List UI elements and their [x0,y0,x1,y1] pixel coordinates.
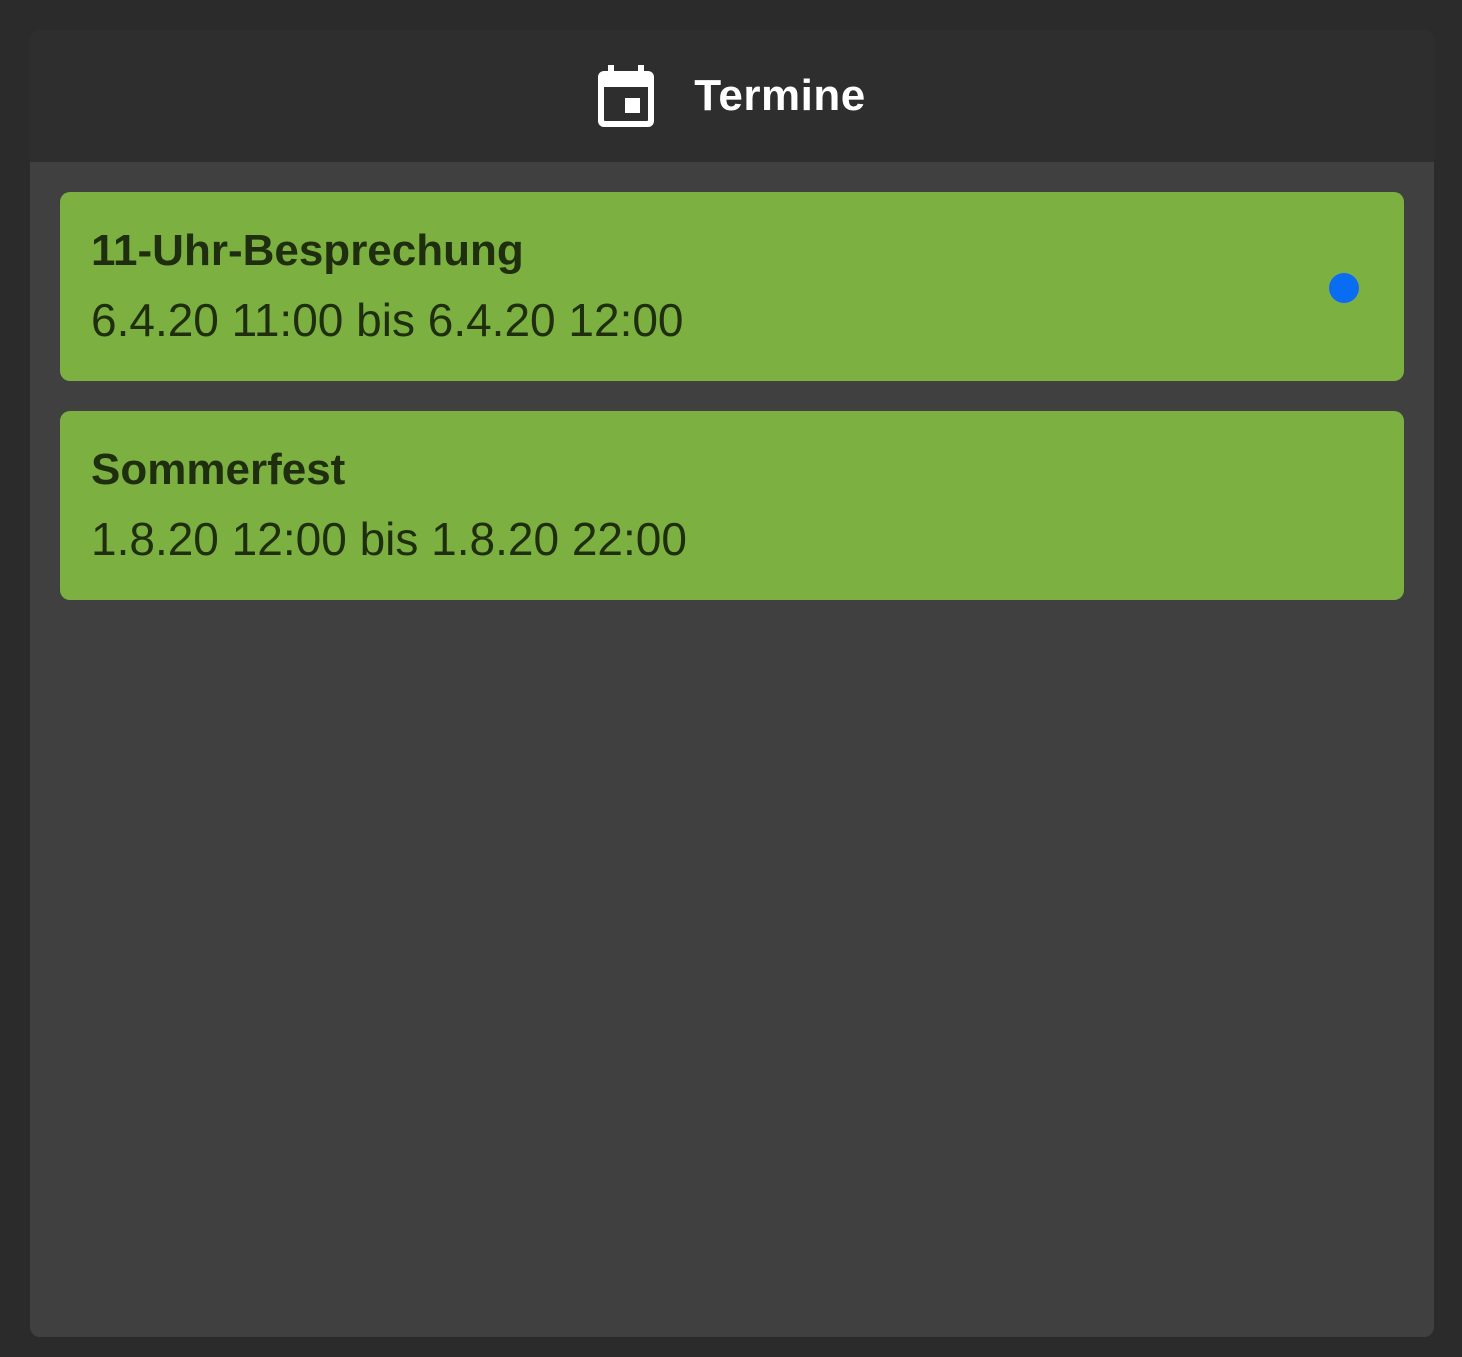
event-list: 11-Uhr-Besprechung 6.4.20 11:00 bis 6.4.… [30,162,1434,600]
status-indicator-dot [1329,273,1359,303]
calendar-widget: Termine 11-Uhr-Besprechung 6.4.20 11:00 … [30,30,1434,1337]
event-title: 11-Uhr-Besprechung [91,226,524,275]
widget-header: Termine [30,30,1434,162]
event-card[interactable]: 11-Uhr-Besprechung 6.4.20 11:00 bis 6.4.… [60,192,1404,381]
event-time: 1.8.20 12:00 bis 1.8.20 22:00 [91,513,687,565]
event-title: Sommerfest [91,445,346,494]
event-time: 6.4.20 11:00 bis 6.4.20 12:00 [91,294,684,346]
event-card[interactable]: Sommerfest 1.8.20 12:00 bis 1.8.20 22:00 [60,411,1404,600]
widget-title: Termine [694,71,866,120]
calendar-today-icon [598,65,655,127]
